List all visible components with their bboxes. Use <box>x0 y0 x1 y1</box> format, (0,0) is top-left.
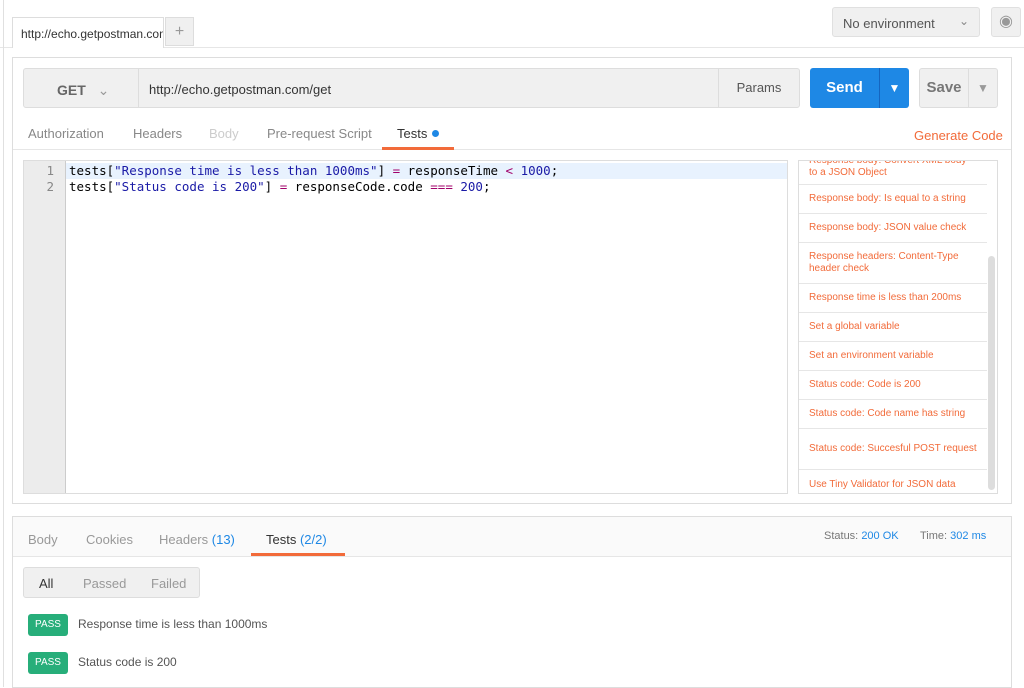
snippet-item[interactable]: Set a global variable <box>799 313 987 342</box>
tests-count: (2/2) <box>299 532 327 547</box>
snippet-item[interactable]: Set an environment variable <box>799 342 987 371</box>
params-button[interactable]: Params <box>718 68 800 108</box>
snippets-scrollbar[interactable] <box>988 256 995 490</box>
eye-icon[interactable]: ◉ <box>991 7 1021 37</box>
test-result-name: Status code is 200 <box>78 655 177 669</box>
tab-pre-request-script[interactable]: Pre-request Script <box>267 126 372 141</box>
filter-all[interactable]: All <box>39 576 53 591</box>
time-readout: Time: 302 ms <box>920 530 987 542</box>
request-tab[interactable]: http://echo.getpostman.com <box>12 17 164 48</box>
tab-headers[interactable]: Headers <box>133 126 182 141</box>
tab-tests-label: Tests <box>397 126 428 141</box>
code-line: tests["Response time is less than 1000ms… <box>69 163 559 178</box>
snippet-item[interactable]: Response body: Is equal to a string <box>799 185 987 214</box>
tab-label: Tests <box>266 532 297 547</box>
divider <box>13 149 1011 150</box>
snippets-panel: Response body: Convert XML body to a JSO… <box>798 160 998 494</box>
tab-label: Headers <box>159 532 209 547</box>
snippet-item[interactable]: Status code: Code name has string <box>799 400 987 429</box>
snippet-item[interactable]: Status code: Code is 200 <box>799 371 987 400</box>
code-editor[interactable]: 1 2 tests["Response time is less than 10… <box>23 160 788 494</box>
modified-dot-icon <box>432 130 440 137</box>
response-tab-cookies[interactable]: Cookies <box>86 532 133 547</box>
snippet-item[interactable]: Response headers: Content-Type header ch… <box>799 243 987 284</box>
method-label: GET <box>57 82 86 98</box>
save-button[interactable]: Save <box>919 68 969 108</box>
response-tab-headers[interactable]: Headers (13) <box>159 532 235 547</box>
line-number: 1 <box>46 163 54 178</box>
chevron-down-icon: ⌄ <box>97 82 110 98</box>
tab-body[interactable]: Body <box>209 126 239 141</box>
url-input[interactable]: http://echo.getpostman.com/get <box>138 68 719 108</box>
snippet-item[interactable]: Response body: JSON value check <box>799 214 987 243</box>
new-tab-button[interactable]: + <box>165 17 194 46</box>
response-tab-body[interactable]: Body <box>28 532 58 547</box>
tab-tests[interactable]: Tests <box>397 126 440 141</box>
send-options-chevron-icon[interactable]: ▼ <box>879 68 909 108</box>
pass-badge: PASS <box>28 614 68 636</box>
test-filter-group: All Passed Failed <box>23 567 200 598</box>
tab-authorization[interactable]: Authorization <box>28 126 104 141</box>
line-number: 2 <box>46 179 54 194</box>
method-select[interactable]: GET ⌄ <box>23 68 139 108</box>
code-line: tests["Status code is 200"] = responseCo… <box>69 179 491 194</box>
line-gutter <box>24 161 66 493</box>
response-tab-tests[interactable]: Tests (2/2) <box>266 532 327 547</box>
status-value: 200 OK <box>861 530 899 542</box>
snippet-item[interactable]: Use Tiny Validator for JSON data <box>799 470 987 493</box>
environment-select[interactable]: No environment ⌄ <box>832 7 980 37</box>
time-value: 302 ms <box>950 530 987 542</box>
pass-badge: PASS <box>28 652 68 674</box>
divider <box>3 0 4 687</box>
active-tab-underline <box>251 553 345 556</box>
headers-count: (13) <box>211 532 235 547</box>
filter-passed[interactable]: Passed <box>83 576 126 591</box>
filter-failed[interactable]: Failed <box>151 576 186 591</box>
active-tab-underline <box>382 147 454 150</box>
snippet-item[interactable]: Status code: Succesful POST request <box>799 429 987 470</box>
generate-code-link[interactable]: Generate Code <box>914 128 1003 143</box>
chevron-down-icon: ⌄ <box>958 14 969 28</box>
snippet-item[interactable]: Response body: Convert XML body to a JSO… <box>799 161 987 185</box>
status-readout: Status: 200 OK <box>824 530 899 542</box>
snippet-item[interactable]: Response time is less than 200ms <box>799 284 987 313</box>
send-button[interactable]: Send <box>810 68 879 108</box>
save-options-chevron-icon[interactable]: ▼ <box>968 68 998 108</box>
environment-label: No environment <box>843 16 935 31</box>
test-result-name: Response time is less than 1000ms <box>78 617 268 631</box>
